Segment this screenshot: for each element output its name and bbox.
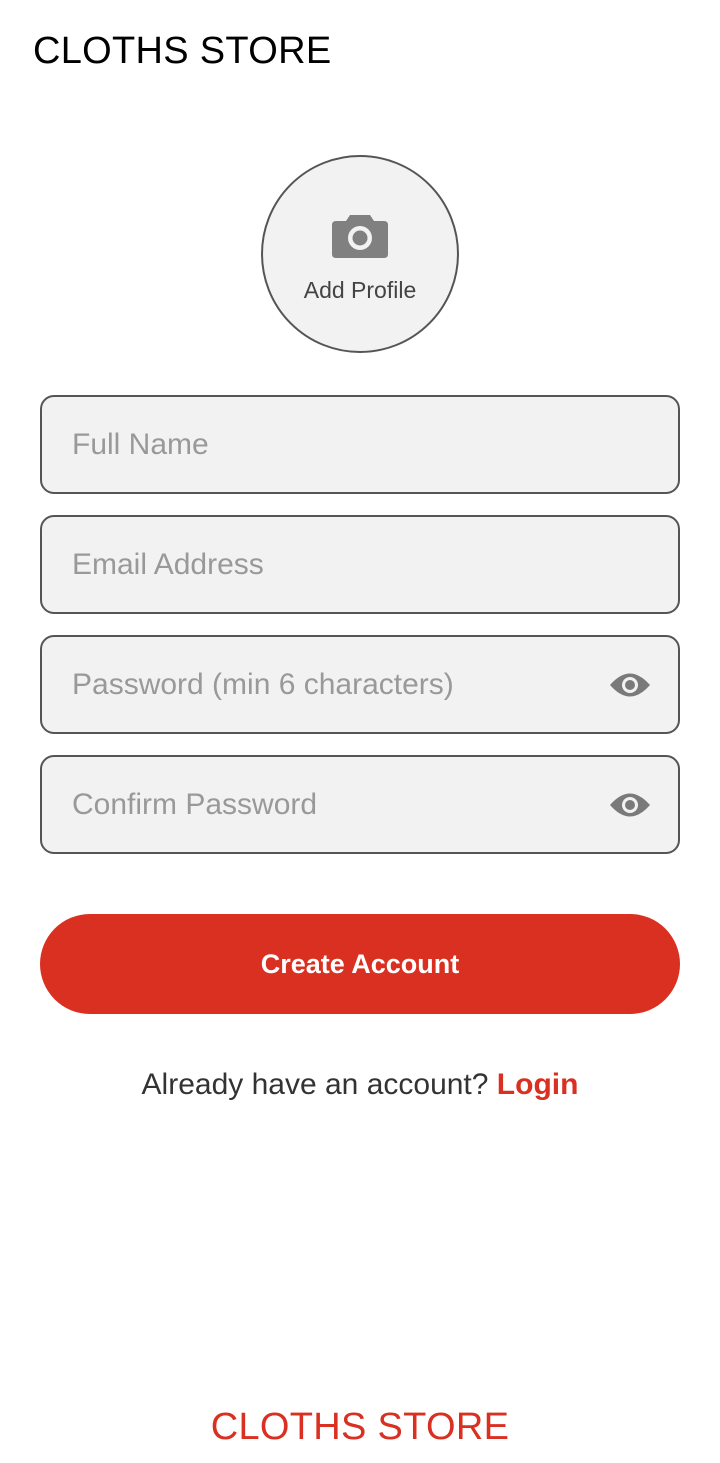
full-name-input[interactable] bbox=[72, 427, 648, 462]
password-field[interactable] bbox=[40, 635, 680, 734]
footer-brand: CLOTHS STORE bbox=[210, 1406, 510, 1448]
create-account-button[interactable]: Create Account bbox=[40, 914, 680, 1014]
eye-icon[interactable] bbox=[608, 790, 652, 820]
login-link[interactable]: Login bbox=[497, 1068, 579, 1101]
email-field[interactable] bbox=[40, 515, 680, 614]
app-title: CLOTHS STORE bbox=[33, 30, 332, 72]
confirm-password-input[interactable] bbox=[72, 787, 608, 822]
email-input[interactable] bbox=[72, 547, 648, 582]
eye-icon[interactable] bbox=[608, 670, 652, 700]
password-input[interactable] bbox=[72, 667, 608, 702]
login-prompt-text: Already have an account? bbox=[141, 1068, 497, 1101]
camera-icon bbox=[332, 214, 388, 258]
add-profile-button[interactable]: Add Profile bbox=[261, 155, 459, 353]
confirm-password-field[interactable] bbox=[40, 755, 680, 854]
full-name-field[interactable] bbox=[40, 395, 680, 494]
add-profile-label: Add Profile bbox=[303, 276, 417, 303]
login-prompt: Already have an account? Login bbox=[0, 1068, 720, 1102]
